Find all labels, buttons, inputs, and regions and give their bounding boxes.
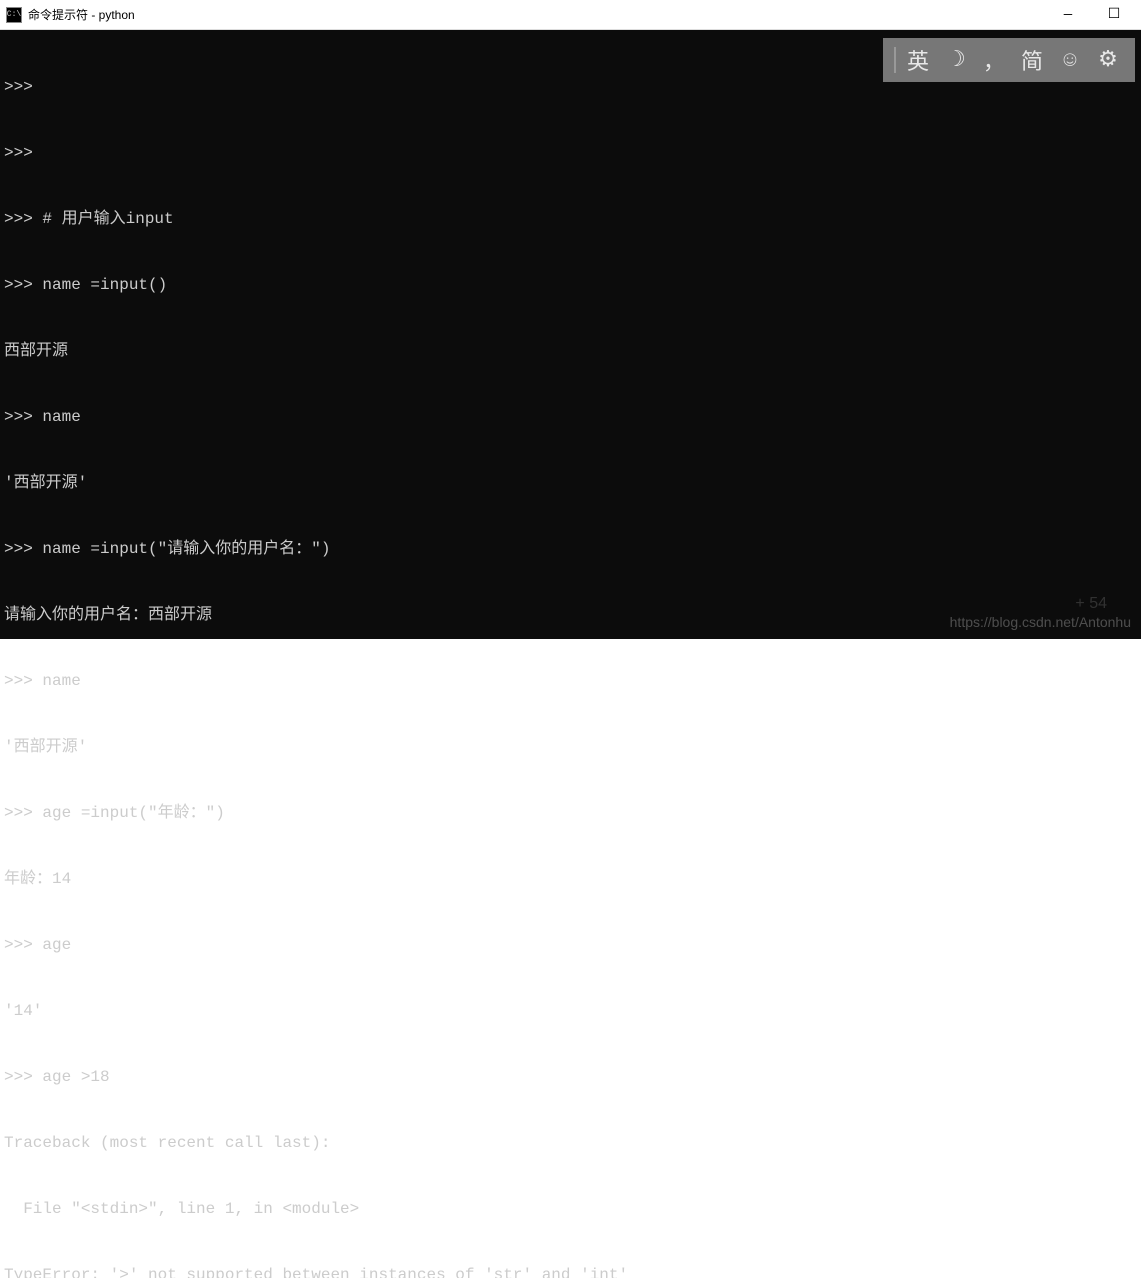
- window-title: 命令提示符 - python: [28, 6, 135, 23]
- terminal-line: >>> name =input(): [4, 274, 1137, 296]
- terminal-line: '14': [4, 1000, 1137, 1022]
- terminal-line: Traceback (most recent call last):: [4, 1132, 1137, 1154]
- terminal-area[interactable]: >>> >>> >>> # 用户输入input >>> name =input(…: [0, 30, 1141, 639]
- terminal-line: 年龄：14: [4, 868, 1137, 890]
- terminal-line: >>> # 用户输入input: [4, 208, 1137, 230]
- terminal-line: File "<stdin>", line 1, in <module>: [4, 1198, 1137, 1220]
- ime-mode-button[interactable]: 简: [1016, 44, 1048, 76]
- face-icon[interactable]: ☺: [1054, 48, 1086, 73]
- minimize-button[interactable]: —: [1055, 5, 1081, 25]
- terminal-line: 西部开源: [4, 340, 1137, 362]
- cmd-icon: C:\: [6, 7, 22, 23]
- terminal-line: >>> age >18: [4, 1066, 1137, 1088]
- terminal-line: >>> name: [4, 670, 1137, 692]
- terminal-line: >>>: [4, 142, 1137, 164]
- terminal-line: >>> age =input("年龄："): [4, 802, 1137, 824]
- maximize-button[interactable]: ☐: [1101, 5, 1127, 25]
- ime-punctuation-button[interactable]: ，: [978, 44, 1010, 76]
- terminal-line: >>> name: [4, 406, 1137, 428]
- terminal-line: >>> age: [4, 934, 1137, 956]
- moon-icon[interactable]: ☽: [940, 47, 972, 73]
- terminal-line: '西部开源': [4, 472, 1137, 494]
- window-controls: — ☐: [1055, 5, 1135, 25]
- watermark: https://blog.csdn.net/Antonhu: [950, 611, 1131, 633]
- ime-separator: [894, 47, 896, 73]
- terminal-line: >>> name =input("请输入你的用户名："): [4, 538, 1137, 560]
- ime-toolbar[interactable]: 英 ☽ ， 简 ☺ ⚙: [883, 38, 1135, 82]
- ime-language-button[interactable]: 英: [902, 44, 934, 76]
- gear-icon[interactable]: ⚙: [1092, 47, 1124, 73]
- terminal-line: TypeError: '>' not supported between ins…: [4, 1264, 1137, 1278]
- titlebar-left: C:\ 命令提示符 - python: [6, 6, 135, 23]
- window-titlebar: C:\ 命令提示符 - python — ☐: [0, 0, 1141, 30]
- terminal-line: '西部开源': [4, 736, 1137, 758]
